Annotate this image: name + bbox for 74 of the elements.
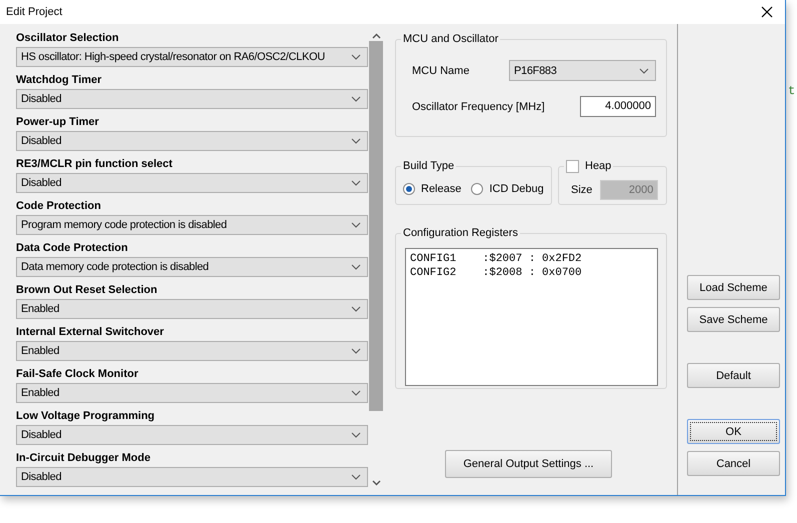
- mcu-dropdown[interactable]: P16F883: [509, 60, 656, 81]
- combo-value: Disabled: [21, 135, 62, 147]
- config-line: CONFIG2 :$2008 : 0x0700: [410, 266, 583, 280]
- combo-value: Data memory code protection is disabled: [21, 261, 210, 273]
- setting-label: In-Circuit Debugger Mode: [16, 451, 152, 466]
- chevron-down-icon: [351, 138, 361, 144]
- setting-dropdown[interactable]: Disabled: [16, 131, 368, 151]
- field-label: MCU Name: [412, 64, 470, 76]
- close-icon[interactable]: [761, 6, 773, 18]
- chevron-down-icon: [351, 180, 361, 186]
- group-title: MCU and Oscillator: [403, 32, 498, 46]
- dialog-button[interactable]: Load Scheme: [687, 275, 780, 300]
- setting-dropdown[interactable]: Disabled: [16, 425, 368, 445]
- combo-value: Disabled: [21, 429, 62, 441]
- group-title: Build Type: [403, 159, 454, 173]
- setting-dropdown[interactable]: Disabled: [16, 467, 368, 487]
- dialog-button[interactable]: OK: [687, 419, 780, 444]
- setting-dropdown[interactable]: Enabled: [16, 383, 368, 403]
- combo-value: Enabled: [21, 345, 60, 357]
- setting-label: Watchdog Timer: [16, 73, 103, 88]
- radio-button[interactable]: [471, 182, 484, 194]
- config-textbox[interactable]: CONFIG1 :$2007 : 0x2FD2 CONFIG2 :$2008 : 0x0700: [405, 248, 658, 386]
- radio-label: Release: [421, 182, 462, 194]
- frequency-field[interactable]: 4.000000: [580, 96, 656, 117]
- combo-value: Disabled: [21, 93, 62, 105]
- chevron-down-icon: [351, 306, 361, 312]
- setting-label: Power-up Timer: [16, 115, 100, 130]
- setting-dropdown[interactable]: Disabled: [16, 173, 368, 193]
- setting-dropdown[interactable]: Disabled: [16, 89, 368, 109]
- chevron-down-icon: [351, 474, 361, 480]
- chevron-down-icon: [351, 264, 361, 270]
- chevron-down-icon: [351, 96, 361, 102]
- combo-value: HS oscillator: High-speed crystal/resonator on RA6/OSC2/CLKOU: [21, 51, 326, 63]
- setting-label: Internal External Switchover: [16, 325, 165, 340]
- combo-value: Enabled: [21, 303, 60, 315]
- dialog-button[interactable]: Save Scheme: [687, 307, 780, 332]
- chevron-down-icon: [351, 54, 361, 60]
- dialog-button[interactable]: Default: [687, 363, 780, 388]
- setting-label: Data Code Protection: [16, 241, 129, 256]
- setting-dropdown[interactable]: Program memory code protection is disabled: [16, 215, 368, 235]
- setting-label: Fail-Safe Clock Monitor: [16, 367, 140, 382]
- field-label: Size: [571, 184, 592, 196]
- setting-label: Low Voltage Programming: [16, 409, 156, 424]
- config-line: CONFIG1 :$2007 : 0x2FD2: [410, 252, 583, 266]
- general-output-settings-button[interactable]: General Output Settings ...: [445, 450, 612, 478]
- radio-label: ICD Debug: [489, 182, 544, 194]
- radio-button[interactable]: [403, 182, 415, 194]
- scroll-thumb[interactable]: [369, 41, 383, 411]
- chevron-down-icon: [351, 432, 361, 438]
- checkbox-label: Heap: [585, 159, 612, 173]
- scroll-down-icon[interactable]: [372, 480, 380, 486]
- scroll-up-icon[interactable]: [372, 33, 380, 39]
- combo-value: Disabled: [21, 177, 62, 189]
- background-code-text: t: [788, 84, 796, 98]
- chevron-down-icon: [639, 68, 649, 74]
- dialog-button[interactable]: Cancel: [687, 451, 780, 476]
- setting-label: Oscillator Selection: [16, 31, 120, 46]
- window-title: Edit Project: [6, 6, 62, 18]
- setting-dropdown[interactable]: Data memory code protection is disabled: [16, 257, 368, 277]
- combo-value: Program memory code protection is disabled: [21, 219, 228, 231]
- setting-dropdown[interactable]: HS oscillator: High-speed crystal/resonator on RA6/OSC2/CLKOU: [16, 47, 368, 67]
- combo-value: Disabled: [21, 471, 62, 483]
- setting-label: RE3/MCLR pin function select: [16, 157, 174, 172]
- setting-dropdown[interactable]: Enabled: [16, 299, 368, 319]
- combo-value: Enabled: [21, 387, 60, 399]
- combo-value: P16F883: [514, 64, 558, 76]
- chevron-down-icon: [351, 390, 361, 396]
- setting-label: Brown Out Reset Selection: [16, 283, 158, 298]
- chevron-down-icon: [351, 222, 361, 228]
- setting-dropdown[interactable]: Enabled: [16, 341, 368, 361]
- group-title: Configuration Registers: [403, 226, 518, 240]
- field-label: Oscillator Frequency [MHz]: [412, 100, 545, 112]
- setting-label: Code Protection: [16, 199, 102, 214]
- chevron-down-icon: [351, 348, 361, 354]
